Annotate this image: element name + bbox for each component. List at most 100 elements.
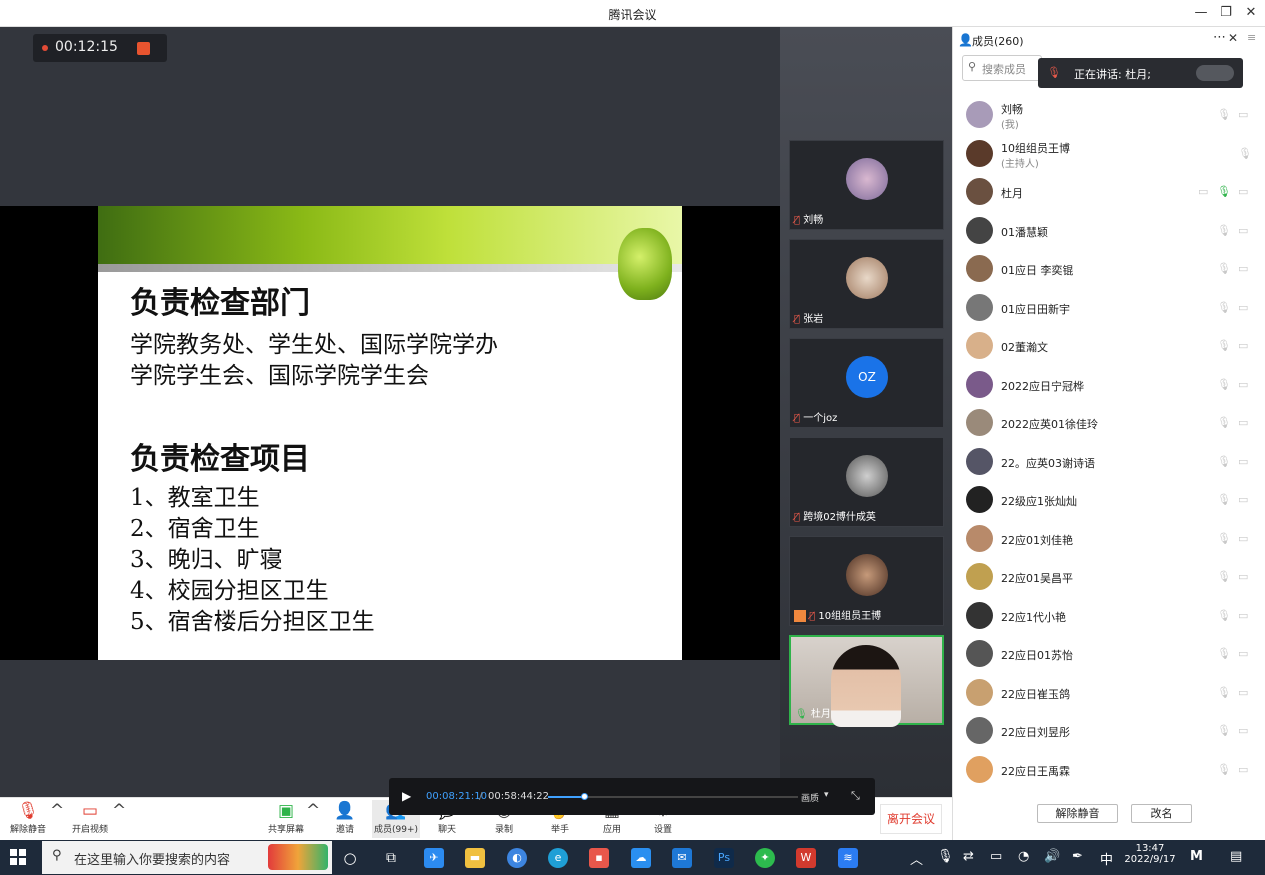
unmute-button[interactable]: 🎙 解除静音: [8, 800, 48, 835]
member-row[interactable]: 刘畅 (我) 🎙 ▭: [962, 96, 1257, 134]
share-screen-button[interactable]: ▣ 共享屏幕: [266, 800, 306, 835]
start-video-button[interactable]: ▭ 开启视频: [70, 800, 110, 835]
video-off-icon[interactable]: ▭: [1238, 647, 1248, 660]
video-off-icon[interactable]: ▭: [1238, 416, 1248, 429]
video-options-chevron[interactable]: ^: [112, 800, 126, 822]
member-row[interactable]: 22应01刘佳艳 🎙 ▭: [962, 520, 1257, 558]
muted-mic-icon[interactable]: 🎙: [1217, 224, 1231, 237]
muted-mic-icon[interactable]: 🎙: [1217, 532, 1231, 545]
muted-mic-icon[interactable]: 🎙: [1217, 339, 1231, 352]
video-off-icon[interactable]: ▭: [1238, 570, 1248, 583]
member-row[interactable]: 22。应英03谢诗语 🎙 ▭: [962, 443, 1257, 481]
audio-options-chevron[interactable]: ^: [50, 800, 64, 822]
restore-button[interactable]: ❐: [1215, 3, 1237, 23]
battery-icon[interactable]: ▭: [990, 849, 1002, 864]
play-icon[interactable]: ▶: [402, 789, 411, 803]
microphone-icon[interactable]: 🎙: [937, 849, 954, 864]
unmute-all-button[interactable]: 解除静音: [1037, 804, 1118, 823]
member-row[interactable]: 10组组员王博 (主持人) 🎙: [962, 135, 1257, 173]
invite-button[interactable]: 👤 邀请: [330, 800, 360, 835]
video-off-icon[interactable]: ▭: [1238, 301, 1248, 314]
video-off-icon[interactable]: ▭: [1238, 339, 1248, 352]
member-row[interactable]: 22应1代小艳 🎙 ▭: [962, 597, 1257, 635]
taskbar-app-icon[interactable]: M: [1190, 849, 1203, 864]
video-off-icon[interactable]: ▭: [1238, 609, 1248, 622]
muted-mic-icon[interactable]: 🎙: [1217, 647, 1231, 660]
menu-icon[interactable]: ≡: [1247, 31, 1256, 44]
muted-mic-icon[interactable]: 🎙: [1238, 147, 1252, 160]
tencent-meeting-icon[interactable]: ≋: [838, 848, 858, 868]
edge-icon[interactable]: e: [548, 848, 568, 868]
member-row[interactable]: 01潘慧颖 🎙 ▭: [962, 212, 1257, 250]
member-row[interactable]: 22级应1张灿灿 🎙 ▭: [962, 481, 1257, 519]
muted-mic-icon[interactable]: 🎙: [1217, 570, 1231, 583]
muted-mic-icon[interactable]: 🎙: [1217, 108, 1231, 121]
muted-mic-icon[interactable]: 🎙: [1217, 416, 1231, 429]
cloud-icon[interactable]: ☁: [631, 848, 651, 868]
muted-mic-icon[interactable]: 🎙: [1217, 262, 1231, 275]
muted-mic-icon[interactable]: 🎙: [1217, 493, 1231, 506]
speaking-mic-icon[interactable]: 🎙: [1217, 185, 1231, 198]
video-off-icon[interactable]: ▭: [1238, 763, 1248, 776]
member-row[interactable]: 01应日田新宇 🎙 ▭: [962, 289, 1257, 327]
close-panel-icon[interactable]: ✕: [1228, 31, 1238, 45]
member-search-input[interactable]: ⚲ 搜索成员: [962, 55, 1042, 81]
muted-mic-icon[interactable]: 🎙: [1217, 609, 1231, 622]
member-row[interactable]: 01应日 李奕锟 🎙 ▭: [962, 250, 1257, 288]
input-method-indicator[interactable]: 中: [1100, 849, 1113, 868]
player-progress-track[interactable]: [548, 793, 798, 800]
wps-icon[interactable]: W: [796, 848, 816, 868]
clock[interactable]: 13:47 2022/9/17: [1124, 843, 1176, 865]
member-row[interactable]: 2022应日宁冠桦 🎙 ▭: [962, 366, 1257, 404]
video-tile[interactable]: 🎙̸ 张岩: [789, 239, 944, 329]
video-off-icon[interactable]: ▭: [1238, 532, 1248, 545]
member-row[interactable]: 杜月 ▭ 🎙 ▭: [962, 173, 1257, 211]
muted-mic-icon[interactable]: 🎙: [1217, 455, 1231, 468]
mail-icon[interactable]: ✉: [672, 848, 692, 868]
windows-start-icon[interactable]: [10, 849, 26, 865]
chevron-up-icon[interactable]: ︿: [910, 849, 923, 868]
video-off-icon[interactable]: ▭: [1238, 378, 1248, 391]
video-off-icon[interactable]: ▭: [1238, 224, 1248, 237]
member-row[interactable]: 22应日王禹霖 🎙 ▭: [962, 751, 1257, 789]
member-row[interactable]: 22应01吴昌平 🎙 ▭: [962, 558, 1257, 596]
cortana-icon[interactable]: ○: [340, 848, 360, 868]
video-off-icon[interactable]: ▭: [1238, 493, 1248, 506]
file-explorer-icon[interactable]: ▬: [465, 848, 485, 868]
rename-button[interactable]: 改名: [1131, 804, 1192, 823]
stop-recording-button[interactable]: [137, 42, 150, 55]
muted-mic-icon[interactable]: 🎙: [1217, 724, 1231, 737]
minimize-button[interactable]: —: [1190, 3, 1212, 23]
muted-mic-icon[interactable]: 🎙: [1217, 301, 1231, 314]
video-off-icon[interactable]: ▭: [1238, 108, 1248, 121]
feishu-icon[interactable]: ✈: [424, 848, 444, 868]
member-row[interactable]: 22应日刘昱彤 🎙 ▭: [962, 712, 1257, 750]
quality-selector[interactable]: 画质: [801, 791, 819, 804]
browser-icon[interactable]: ◐: [507, 848, 527, 868]
leave-meeting-button[interactable]: 离开会议: [880, 804, 942, 834]
video-tile[interactable]: 🎙̸ 跨境02博什成英: [789, 437, 944, 527]
network-adapter-icon[interactable]: ⇄: [963, 849, 974, 864]
more-icon[interactable]: ⋯: [1213, 30, 1226, 45]
video-tile[interactable]: OZ 🎙̸ 一个joz: [789, 338, 944, 428]
pen-icon[interactable]: ✒: [1072, 849, 1083, 864]
video-off-icon[interactable]: ▭: [1238, 185, 1248, 198]
member-row[interactable]: 2022应英01徐佳玲 🎙 ▭: [962, 404, 1257, 442]
share-options-chevron[interactable]: ^: [306, 800, 320, 822]
video-off-icon[interactable]: ▭: [1238, 262, 1248, 275]
video-tile[interactable]: 🎙̸ 刘畅: [789, 140, 944, 230]
video-tile[interactable]: 🎙̸ 10组组员王博: [789, 536, 944, 626]
muted-mic-icon[interactable]: 🎙: [1217, 378, 1231, 391]
notifications-icon[interactable]: ▤: [1230, 849, 1242, 864]
video-off-icon[interactable]: ▭: [1238, 724, 1248, 737]
volume-icon[interactable]: 🔊: [1044, 849, 1060, 864]
active-speaker-video-tile[interactable]: 🎙 杜月: [789, 635, 944, 727]
photoshop-icon[interactable]: Ps: [714, 848, 734, 868]
wifi-icon[interactable]: ◔: [1018, 849, 1029, 864]
member-row[interactable]: 22应日崔玉鸽 🎙 ▭: [962, 674, 1257, 712]
wechat-icon[interactable]: ✦: [755, 848, 775, 868]
close-button[interactable]: ✕: [1240, 3, 1262, 23]
collapse-icon[interactable]: ⤡: [851, 789, 860, 803]
member-row[interactable]: 02董瀚文 🎙 ▭: [962, 327, 1257, 365]
video-off-icon[interactable]: ▭: [1238, 455, 1248, 468]
